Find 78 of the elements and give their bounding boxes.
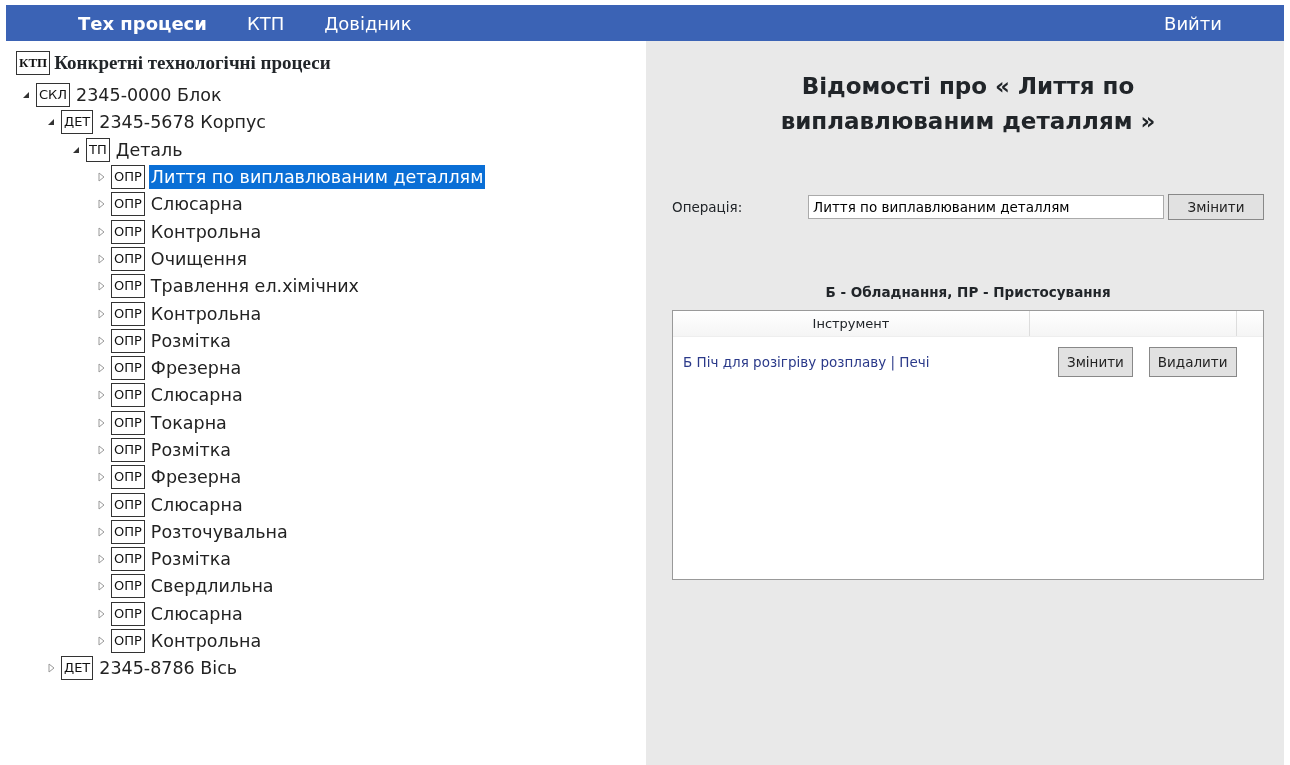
node-tag: ОПР — [111, 547, 145, 572]
tree-node[interactable]: Слюсарна — [148, 492, 245, 517]
expand-icon[interactable] — [95, 498, 107, 511]
change-button[interactable]: Змінити — [1058, 347, 1133, 378]
node-tag: ОПР — [111, 601, 145, 626]
expand-icon[interactable] — [95, 307, 107, 320]
expand-icon[interactable] — [95, 635, 107, 648]
expand-icon[interactable] — [95, 607, 107, 620]
menu-item[interactable]: КТП — [240, 9, 291, 37]
expand-icon[interactable] — [95, 525, 107, 538]
tree-node[interactable]: 2345-8786 Вісь — [97, 656, 240, 681]
tree-node[interactable]: 2345-5678 Корпус — [97, 110, 268, 135]
table-caption: Б - Обладнання, ПР - Пристосування — [824, 283, 1112, 302]
expand-icon[interactable] — [95, 389, 107, 402]
node-tag: ОПР — [111, 629, 145, 654]
tree-node[interactable]: Контрольна — [148, 629, 264, 654]
tree-node[interactable]: Розмітка — [148, 438, 233, 462]
tree-node[interactable]: Розмітка — [148, 328, 233, 353]
node-tag: ОПР — [111, 301, 145, 326]
operation-field[interactable]: Лиття по виплавлюваним деталлям — [808, 195, 1164, 219]
tree-node[interactable]: Слюсарна — [148, 601, 245, 626]
expand-icon[interactable] — [95, 252, 107, 265]
tree-node[interactable]: Розмітка — [148, 547, 233, 572]
column-header: Інструмент — [673, 311, 1030, 337]
logout-link[interactable]: Вийти — [1158, 9, 1228, 37]
tree-node[interactable]: Контрольна — [148, 301, 264, 326]
node-tag: ОПР — [111, 165, 145, 190]
expand-icon[interactable] — [95, 580, 107, 593]
node-tag: ОПР — [111, 246, 145, 271]
tree-node[interactable]: Фрезерна — [148, 465, 244, 490]
details-title: Відомості про « Лиття по виплавлюваним деталлям » — [779, 72, 1157, 136]
tree-node[interactable]: Очищення — [148, 246, 249, 271]
node-tag: ТП — [86, 137, 110, 162]
tree-node[interactable]: Токарна — [148, 410, 229, 435]
node-tag: ОПР — [111, 574, 145, 599]
node-tag: ОПР — [111, 465, 145, 490]
expand-icon[interactable] — [95, 280, 107, 293]
node-tag: ДЕТ — [61, 110, 94, 135]
node-tag: ОПР — [111, 328, 145, 353]
node-tag: ОПР — [111, 274, 145, 299]
tree-node[interactable]: Розточувальна — [148, 519, 290, 544]
expand-icon[interactable] — [95, 444, 107, 456]
tree-node[interactable]: Свердлильна — [148, 574, 276, 599]
expand-icon[interactable] — [95, 471, 107, 484]
tree-node[interactable]: Деталь — [113, 137, 185, 162]
tree-node[interactable]: Фрезерна — [148, 356, 244, 381]
node-tag: СКЛ — [36, 83, 71, 108]
node-tag: ОПР — [111, 492, 145, 517]
menu-item[interactable]: Тех процеси — [72, 9, 213, 37]
tree-title: Конкретні технологічні процеси — [54, 51, 331, 75]
tree-node[interactable]: Слюсарна — [148, 192, 245, 217]
node-tag: ОПР — [111, 519, 145, 544]
field-label: Операція: — [672, 197, 744, 217]
node-tag: ОПР — [111, 438, 145, 462]
node-tag: ОПР — [111, 219, 145, 244]
change-button[interactable]: Змінити — [1168, 194, 1264, 220]
delete-button[interactable]: Видалити — [1148, 347, 1237, 378]
expand-icon[interactable] — [95, 171, 107, 184]
node-tag: ОПР — [111, 410, 145, 435]
node-tag: ОПР — [111, 192, 145, 217]
node-tag: ОПР — [111, 356, 145, 381]
tree-node[interactable]: Лиття по виплавлюваним деталлям — [148, 165, 486, 190]
menu-item[interactable]: Довідник — [318, 9, 418, 37]
node-tag: ДЕТ — [61, 656, 94, 681]
tree-node[interactable]: Травлення ел.хімічних — [148, 274, 361, 299]
expand-icon[interactable] — [95, 225, 107, 238]
expand-icon[interactable] — [95, 553, 107, 566]
tree-node[interactable]: Контрольна — [148, 219, 264, 244]
expand-icon[interactable] — [95, 198, 107, 211]
tree-tag: КТП — [16, 51, 51, 76]
tree-node[interactable]: 2345-0000 Блок — [74, 83, 224, 108]
node-tag: ОПР — [111, 383, 145, 408]
expand-icon[interactable] — [95, 416, 107, 429]
expand-icon[interactable] — [45, 662, 57, 675]
expand-icon[interactable] — [95, 334, 107, 347]
tree-node[interactable]: Слюсарна — [148, 383, 245, 408]
tool-link[interactable]: Б Піч для розігріву розплаву | Печі — [683, 352, 1058, 373]
expand-icon[interactable] — [95, 362, 107, 375]
